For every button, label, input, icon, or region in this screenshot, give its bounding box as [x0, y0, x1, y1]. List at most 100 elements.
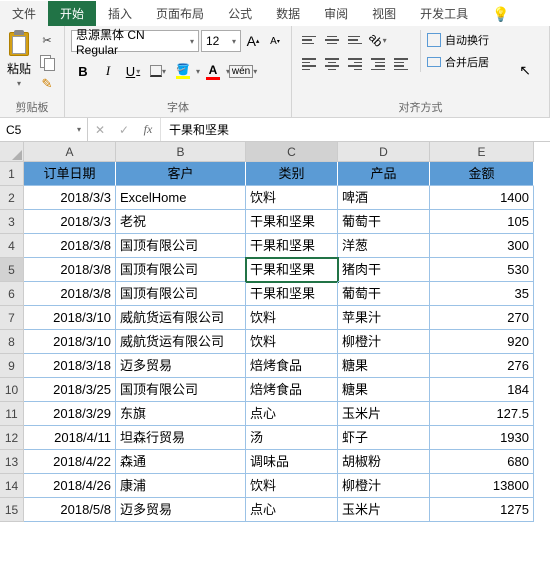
cell[interactable]: 国顶有限公司	[116, 282, 246, 306]
cell[interactable]: 苹果汁	[338, 306, 430, 330]
row-header[interactable]: 15	[0, 498, 24, 522]
cell[interactable]: 2018/3/8	[24, 282, 116, 306]
tab-developer[interactable]: 开发工具	[408, 1, 480, 26]
row-header[interactable]: 5	[0, 258, 24, 282]
align-bottom-button[interactable]	[344, 30, 366, 50]
insert-function-button[interactable]: fx	[136, 118, 160, 141]
cell[interactable]: 184	[430, 378, 534, 402]
copy-button[interactable]	[36, 52, 58, 72]
cell[interactable]: 2018/3/3	[24, 186, 116, 210]
merge-center-button[interactable]: 合并后居	[427, 52, 489, 72]
cell[interactable]: 调味品	[246, 450, 338, 474]
cell[interactable]: 猪肉干	[338, 258, 430, 282]
cell[interactable]: 柳橙汁	[338, 474, 430, 498]
cell[interactable]: 680	[430, 450, 534, 474]
paste-button[interactable]: 粘贴 ▾	[6, 30, 32, 88]
cell[interactable]: 干果和坚果	[246, 282, 338, 306]
cell[interactable]: 焙烤食品	[246, 378, 338, 402]
cell[interactable]: 啤酒	[338, 186, 430, 210]
cancel-edit-button[interactable]: ✕	[88, 118, 112, 141]
cell[interactable]: 国顶有限公司	[116, 258, 246, 282]
cell[interactable]: 1275	[430, 498, 534, 522]
cell[interactable]: 葡萄干	[338, 282, 430, 306]
tab-page-layout[interactable]: 页面布局	[144, 1, 216, 26]
cell[interactable]: 2018/3/3	[24, 210, 116, 234]
align-left-button[interactable]	[298, 54, 320, 74]
cell[interactable]: 饮料	[246, 330, 338, 354]
cell[interactable]: 2018/3/8	[24, 258, 116, 282]
table-header-cell[interactable]: 客户	[116, 162, 246, 186]
chevron-down-icon[interactable]: ▾	[196, 67, 200, 76]
increase-font-button[interactable]: A▴	[243, 30, 263, 52]
cell[interactable]: 2018/3/10	[24, 306, 116, 330]
orientation-button[interactable]: ab▾	[367, 30, 389, 50]
font-name-select[interactable]: 思源黑体 CN Regular ▾	[71, 30, 199, 52]
cell[interactable]: 35	[430, 282, 534, 306]
cell[interactable]: 玉米片	[338, 402, 430, 426]
cell[interactable]: 东旗	[116, 402, 246, 426]
cell[interactable]: 虾子	[338, 426, 430, 450]
column-header[interactable]: E	[430, 142, 534, 162]
cell[interactable]: 康浦	[116, 474, 246, 498]
row-header[interactable]: 8	[0, 330, 24, 354]
cell[interactable]: 2018/3/8	[24, 234, 116, 258]
cell[interactable]: 糖果	[338, 378, 430, 402]
column-header[interactable]: D	[338, 142, 430, 162]
wrap-text-button[interactable]: 自动换行	[427, 30, 489, 50]
phonetic-button[interactable]: wén▾	[231, 60, 255, 82]
cell[interactable]: 迈多贸易	[116, 498, 246, 522]
fill-color-button[interactable]: 🪣	[171, 60, 195, 82]
cell[interactable]: 2018/4/22	[24, 450, 116, 474]
cell[interactable]: 饮料	[246, 306, 338, 330]
format-painter-button[interactable]: ✎	[36, 74, 58, 94]
row-header[interactable]: 14	[0, 474, 24, 498]
column-header[interactable]: A	[24, 142, 116, 162]
cell[interactable]: 老祝	[116, 210, 246, 234]
cell[interactable]: 汤	[246, 426, 338, 450]
table-header-cell[interactable]: 订单日期	[24, 162, 116, 186]
increase-indent-button[interactable]	[390, 54, 412, 74]
row-header[interactable]: 4	[0, 234, 24, 258]
cell[interactable]: 105	[430, 210, 534, 234]
tell-me-icon[interactable]: 💡	[486, 3, 515, 26]
row-header[interactable]: 1	[0, 162, 24, 186]
column-header[interactable]: C	[246, 142, 338, 162]
cell[interactable]: 国顶有限公司	[116, 234, 246, 258]
align-top-button[interactable]	[298, 30, 320, 50]
cell[interactable]: 干果和坚果	[246, 210, 338, 234]
cell[interactable]: 2018/3/10	[24, 330, 116, 354]
decrease-font-button[interactable]: A▾	[265, 30, 285, 52]
formula-input[interactable]: 干果和坚果	[161, 118, 550, 141]
cell[interactable]: 森通	[116, 450, 246, 474]
cell[interactable]: 胡椒粉	[338, 450, 430, 474]
table-header-cell[interactable]: 类别	[246, 162, 338, 186]
cell[interactable]: 2018/4/11	[24, 426, 116, 450]
cell[interactable]: 300	[430, 234, 534, 258]
row-header[interactable]: 12	[0, 426, 24, 450]
cell[interactable]: 2018/3/25	[24, 378, 116, 402]
italic-button[interactable]: I	[96, 60, 120, 82]
cell[interactable]: 1400	[430, 186, 534, 210]
cell[interactable]: 127.5	[430, 402, 534, 426]
border-button[interactable]: ▾	[146, 60, 170, 82]
cell[interactable]: 迈多贸易	[116, 354, 246, 378]
cut-button[interactable]: ✂	[36, 30, 58, 50]
cell[interactable]: 柳橙汁	[338, 330, 430, 354]
cell[interactable]: 干果和坚果	[246, 234, 338, 258]
cell[interactable]: 1930	[430, 426, 534, 450]
underline-button[interactable]: U▾	[121, 60, 145, 82]
row-header[interactable]: 9	[0, 354, 24, 378]
cell[interactable]: 270	[430, 306, 534, 330]
cell[interactable]: 洋葱	[338, 234, 430, 258]
tab-home[interactable]: 开始	[48, 1, 96, 26]
cell[interactable]: 焙烤食品	[246, 354, 338, 378]
font-size-select[interactable]: 12 ▾	[201, 30, 241, 52]
cell[interactable]: 干果和坚果	[246, 258, 338, 282]
worksheet-grid[interactable]: ABCDE1订单日期客户类别产品金额22018/3/3ExcelHome饮料啤酒…	[0, 142, 550, 522]
row-header[interactable]: 10	[0, 378, 24, 402]
table-header-cell[interactable]: 金额	[430, 162, 534, 186]
decrease-indent-button[interactable]	[367, 54, 389, 74]
cell[interactable]: 点心	[246, 402, 338, 426]
tab-data[interactable]: 数据	[264, 1, 312, 26]
row-header[interactable]: 13	[0, 450, 24, 474]
